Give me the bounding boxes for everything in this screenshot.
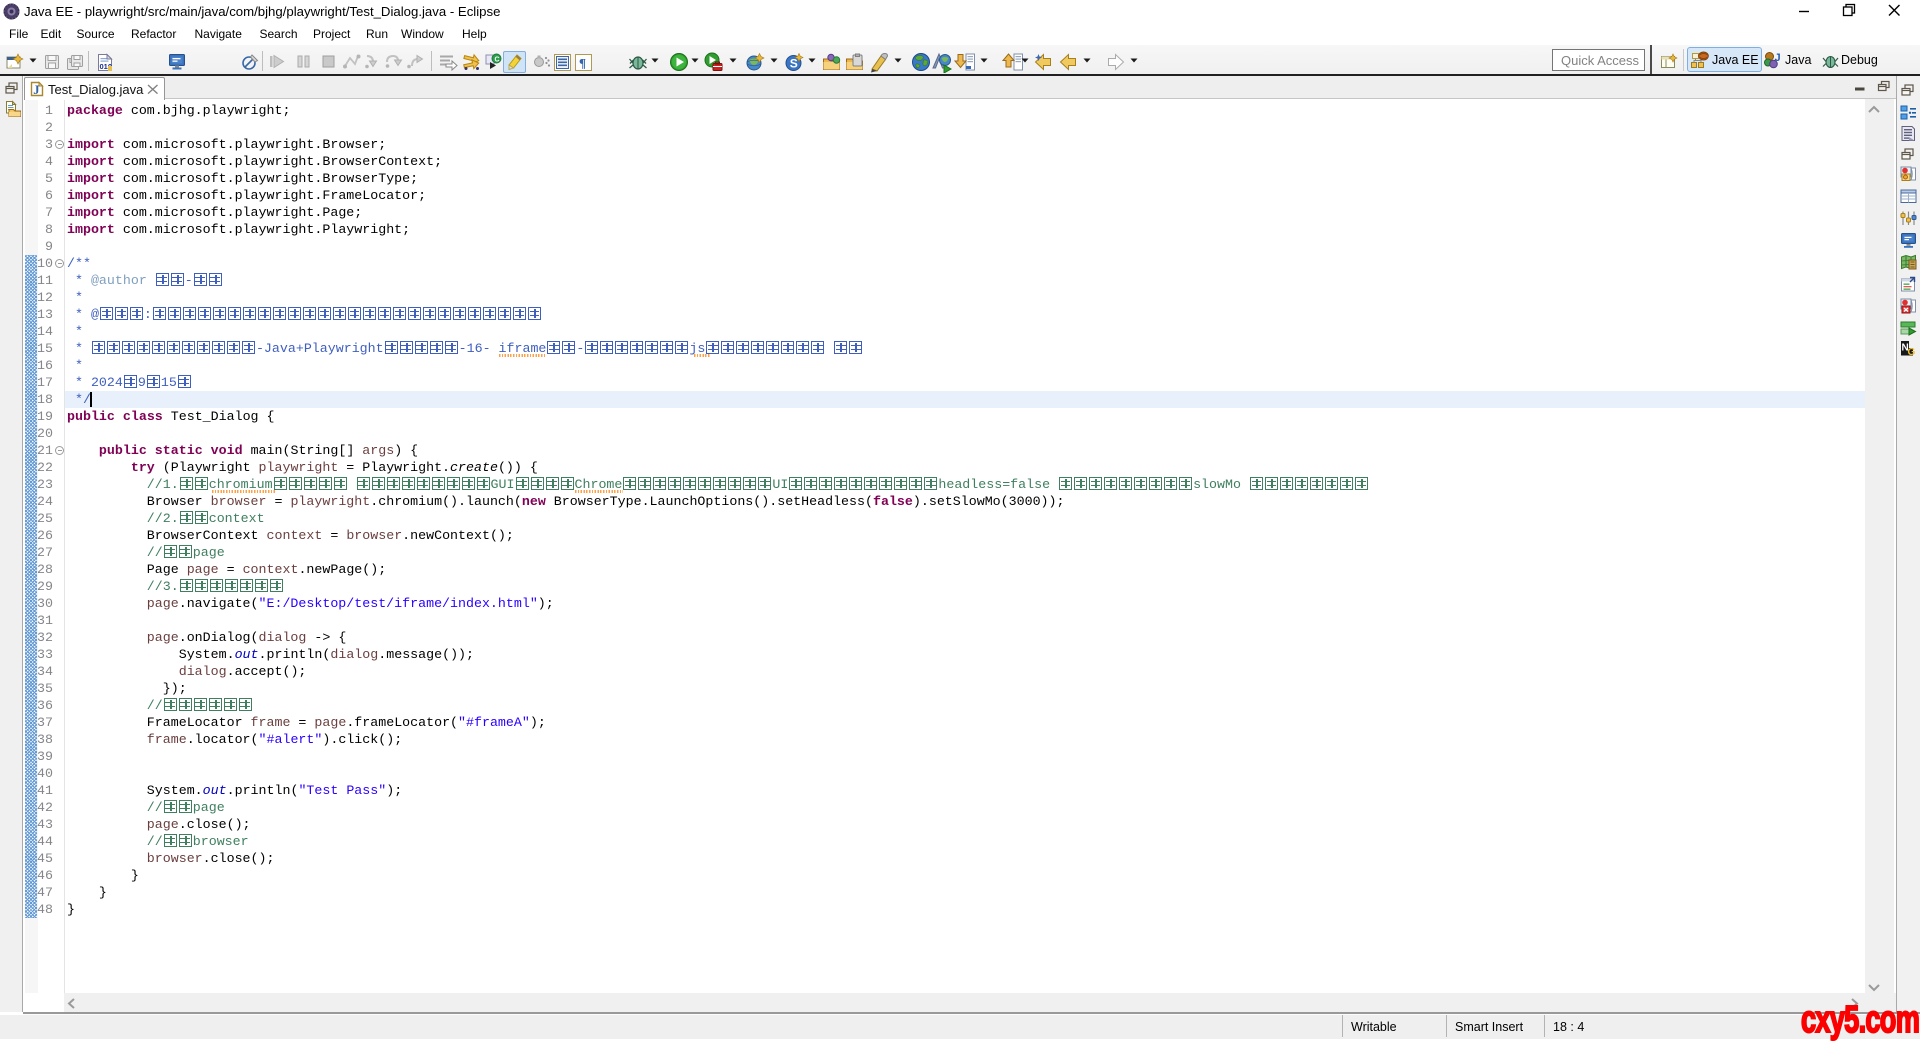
svg-text:C: C	[495, 56, 500, 63]
svg-text:J: J	[1775, 52, 1781, 64]
svg-text:¶: ¶	[579, 56, 586, 71]
svg-text:G: G	[1908, 347, 1916, 357]
svg-text:J: J	[33, 83, 39, 97]
